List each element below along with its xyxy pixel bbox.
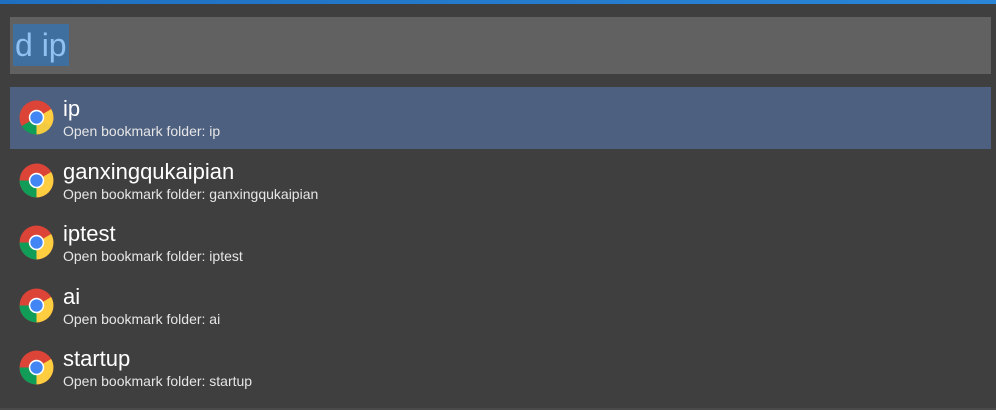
result-item-startup[interactable]: startup Open bookmark folder: startup [10,337,991,399]
chrome-icon [19,288,54,322]
result-subtitle: Open bookmark folder: iptest [63,248,243,264]
result-title: startup [63,346,131,371]
result-title: ai [63,283,81,309]
result-title: iptest [63,221,116,246]
launcher-window: d ip ip Open bookmark folder: ip ganxing… [0,4,996,410]
chrome-icon [19,163,54,197]
result-item-iptest[interactable]: iptest Open bookmark folder: iptest [10,212,991,274]
result-subtitle: Open bookmark folder: startup [63,373,253,389]
result-subtitle: Open bookmark folder: ai [63,310,221,327]
result-subtitle: Open bookmark folder: ip [63,123,221,139]
result-subtitle: Open bookmark folder: ganxingqukaipian [63,185,319,202]
results-list: ip Open bookmark folder: ip ganxingqukai… [10,87,991,400]
chrome-icon [19,225,54,260]
chrome-icon [19,100,54,135]
result-item-ganxingqukaipian[interactable]: ganxingqukaipian Open bookmark folder: g… [10,150,991,212]
result-item-ip[interactable]: ip Open bookmark folder: ip [10,87,991,149]
result-title: ganxingqukaipian [63,158,235,184]
search-query-text[interactable]: d ip [13,24,69,66]
chrome-icon [19,350,54,385]
result-title: ip [63,96,81,121]
result-item-ai[interactable]: ai Open bookmark folder: ai [10,275,991,337]
search-input[interactable]: d ip [10,17,991,74]
